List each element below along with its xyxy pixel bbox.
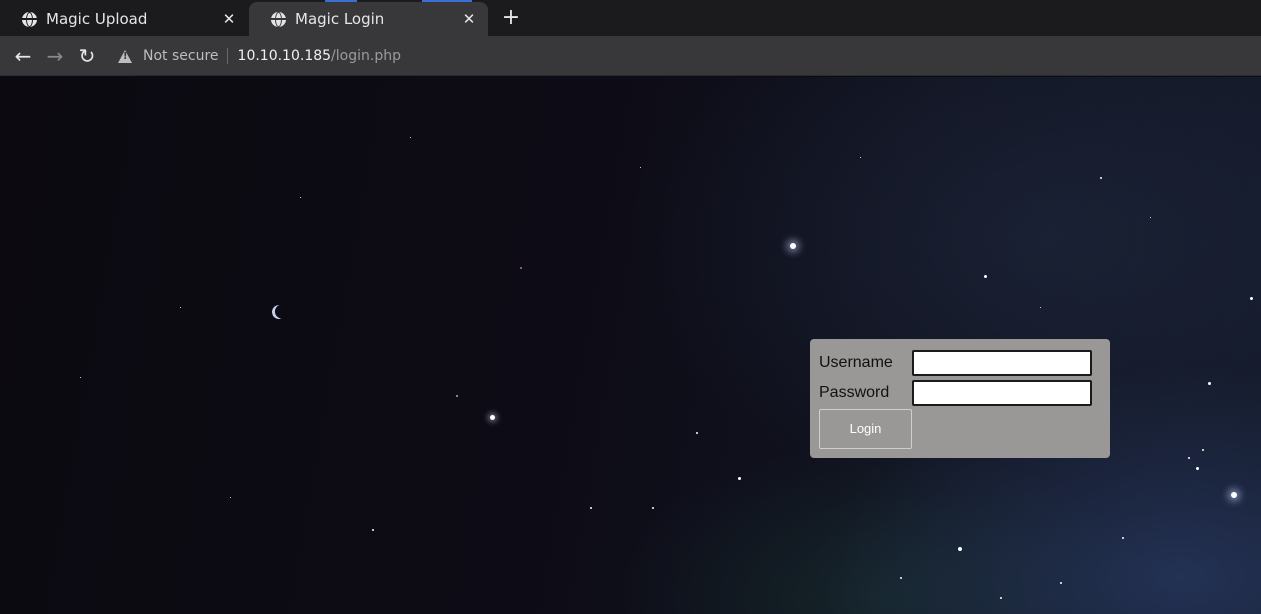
star xyxy=(1196,467,1199,470)
tab-magic-login[interactable]: Magic Login ✕ xyxy=(249,2,488,36)
star xyxy=(1060,582,1062,584)
password-row: Password xyxy=(819,380,1092,406)
star xyxy=(520,267,522,269)
url-path[interactable]: /login.php xyxy=(331,48,401,64)
star xyxy=(696,432,698,434)
star xyxy=(372,529,374,531)
username-row: Username xyxy=(819,350,1092,376)
globe-icon xyxy=(271,11,286,27)
navigation-toolbar: ← → ↻ Not secure 10.10.10.185/login.php xyxy=(0,36,1261,76)
star xyxy=(590,507,592,509)
login-form: Username Password Login xyxy=(810,339,1110,458)
star xyxy=(1250,297,1253,300)
star xyxy=(1122,537,1124,539)
star xyxy=(456,395,458,397)
star xyxy=(180,307,181,308)
forward-button[interactable]: → xyxy=(44,45,66,67)
starfield-background: Username Password Login xyxy=(0,77,1261,614)
username-input[interactable] xyxy=(912,350,1092,376)
back-button[interactable]: ← xyxy=(12,45,34,67)
warning-triangle-icon[interactable] xyxy=(118,49,132,63)
globe-icon xyxy=(22,11,37,27)
security-label[interactable]: Not secure xyxy=(143,48,219,64)
reload-button[interactable]: ↻ xyxy=(76,45,98,67)
new-tab-button[interactable]: + xyxy=(500,6,522,30)
star xyxy=(490,415,495,420)
star xyxy=(230,497,231,498)
password-input[interactable] xyxy=(912,380,1092,406)
star xyxy=(300,197,301,198)
tab-bar: Magic Upload ✕ Magic Login ✕ + xyxy=(0,0,1261,36)
star xyxy=(640,167,641,168)
login-button[interactable]: Login xyxy=(819,409,912,449)
star xyxy=(80,377,81,378)
close-icon[interactable]: ✕ xyxy=(460,10,478,28)
star xyxy=(1100,177,1102,179)
url-host[interactable]: 10.10.10.185 xyxy=(238,48,332,64)
address-bar[interactable]: Not secure 10.10.10.185/login.php xyxy=(118,45,401,67)
star xyxy=(1231,492,1237,498)
star xyxy=(1202,449,1204,451)
tab-title: Magic Upload xyxy=(46,10,148,28)
address-divider xyxy=(226,48,228,64)
star xyxy=(1150,217,1151,218)
star xyxy=(860,157,861,158)
star xyxy=(410,137,411,138)
star xyxy=(958,547,962,551)
star xyxy=(984,275,987,278)
tab-title: Magic Login xyxy=(295,10,385,28)
star xyxy=(1000,597,1002,599)
star xyxy=(900,577,902,579)
star xyxy=(790,243,796,249)
star xyxy=(1040,307,1041,308)
username-label: Username xyxy=(819,354,893,371)
close-icon[interactable]: ✕ xyxy=(220,10,238,28)
password-label: Password xyxy=(819,384,890,401)
crescent-moon xyxy=(271,304,287,320)
star xyxy=(652,507,654,509)
tab-magic-upload[interactable]: Magic Upload ✕ xyxy=(0,2,248,36)
star xyxy=(1208,382,1211,385)
star xyxy=(738,477,741,480)
star xyxy=(1188,457,1190,459)
